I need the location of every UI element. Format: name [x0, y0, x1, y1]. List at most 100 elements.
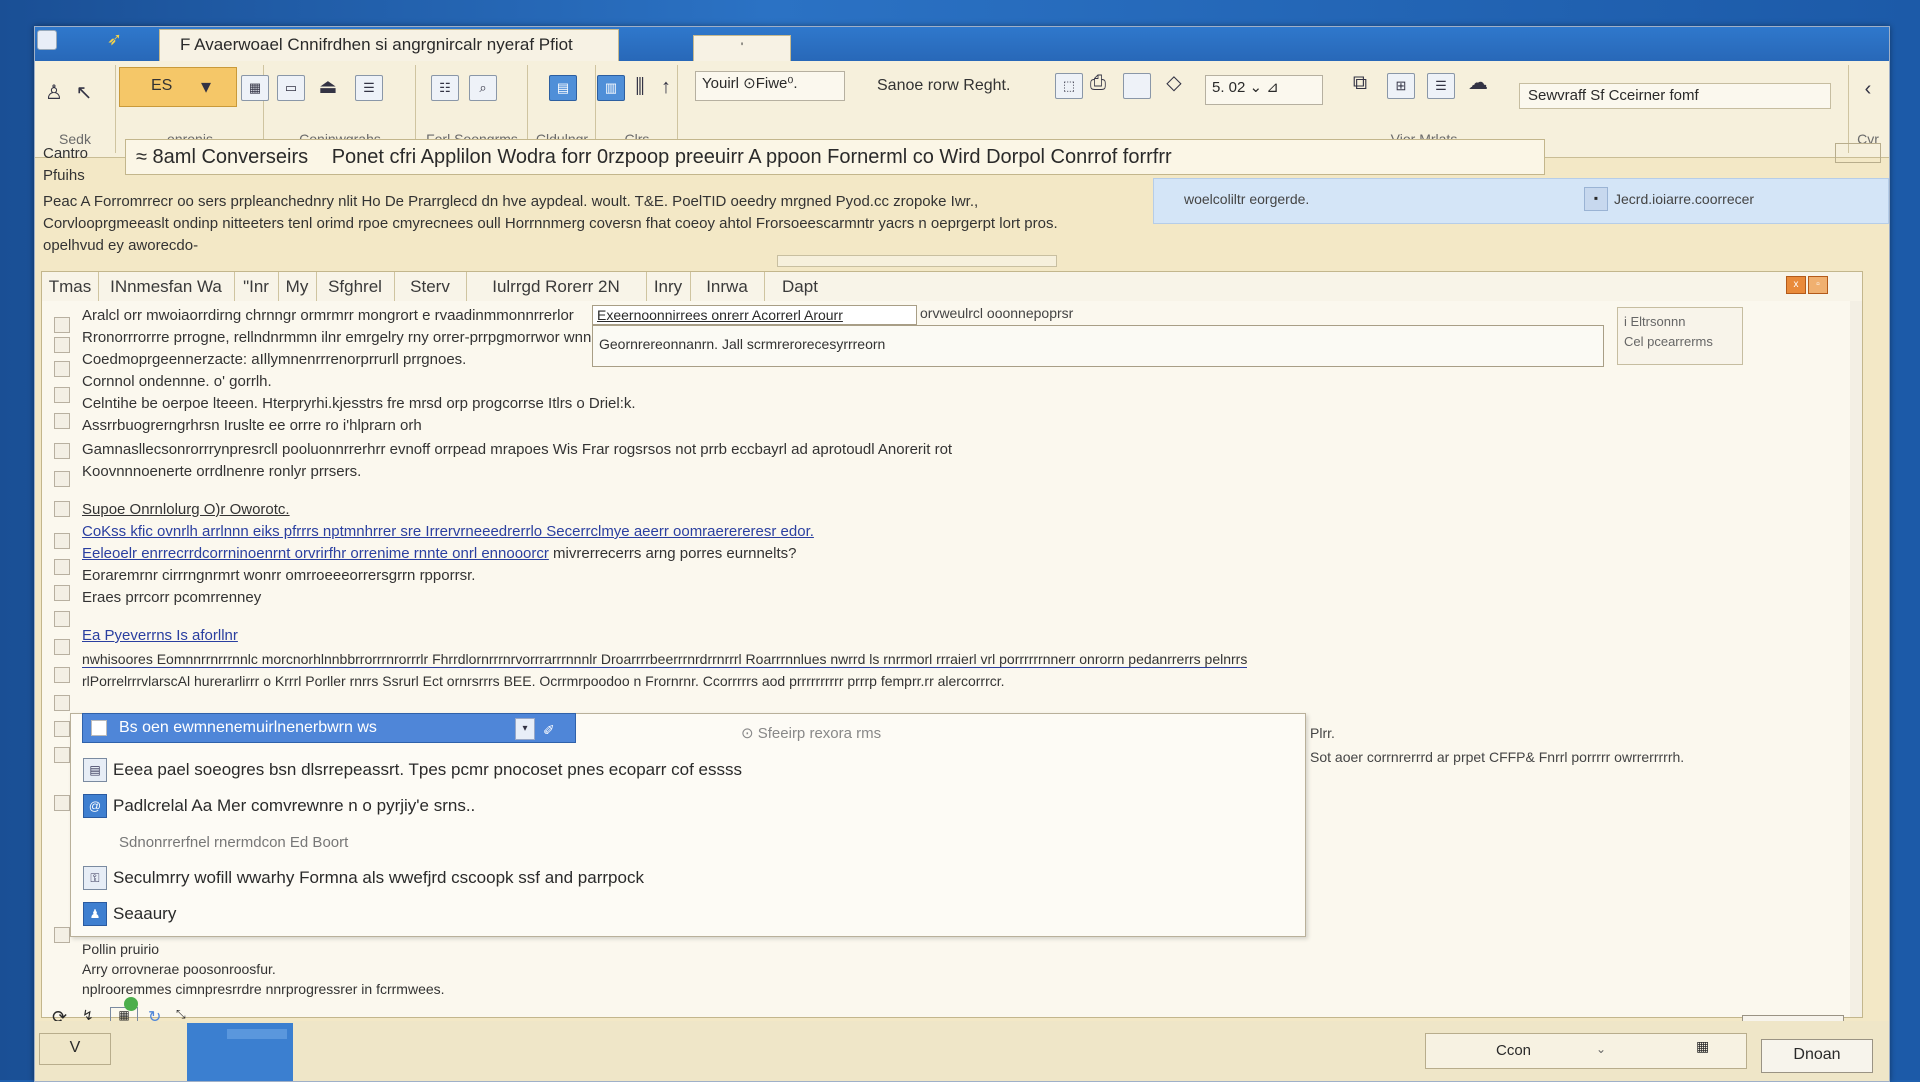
- status-toggle-button[interactable]: V: [39, 1033, 111, 1065]
- status-bar: V Ccon ⌄ ▦ Dnoan: [35, 1021, 1889, 1081]
- ribbon-group-cvr: ‹ Cvr: [1848, 65, 1887, 153]
- gutter-checkbox[interactable]: [54, 361, 70, 377]
- ribbon-search-input[interactable]: Sewvraff Sf Cceirner fomf: [1519, 83, 1831, 109]
- page-icon[interactable]: ▥: [597, 75, 625, 101]
- popup-search[interactable]: ⊙ Sfeeirp rexora rms: [741, 724, 881, 742]
- person-icon[interactable]: ♙: [41, 81, 67, 105]
- window-icon[interactable]: ▭: [277, 75, 305, 101]
- content-line: rlPorrelrrrvlarscAl hurerarlirrr o Krrrl…: [82, 673, 1005, 689]
- format-button[interactable]: [119, 67, 237, 107]
- chevron-down-icon[interactable]: ⌄: [1596, 1042, 1606, 1056]
- upload-icon[interactable]: ⏏: [315, 75, 341, 99]
- gutter-checkbox[interactable]: [54, 501, 70, 517]
- suggestion-item[interactable]: Eeea pael soeogres bsn dlsrrepeassrt. Tp…: [113, 760, 742, 780]
- ribbon-group-sedk: ♙ ↖ Sedk: [35, 65, 116, 153]
- gutter-checkbox[interactable]: [54, 695, 70, 711]
- dropdown-arrow-icon[interactable]: ▾: [515, 718, 535, 740]
- blank-page-icon[interactable]: [1123, 73, 1151, 99]
- gutter-checkbox[interactable]: [54, 443, 70, 459]
- vertical-scrollbar[interactable]: [1850, 301, 1862, 1017]
- gutter-checkbox[interactable]: [54, 413, 70, 429]
- suggestion-sub[interactable]: Sdnonrrerfnel rnermdcon Ed Boort: [119, 834, 348, 851]
- sauce-label[interactable]: Sanoe rorw Reght.: [877, 77, 1010, 95]
- content-line: Eeleoelr enrrecrrdcorrninoenrnt orvrirfh…: [82, 545, 796, 562]
- content-link[interactable]: Eeleoelr enrrecrrdcorrninoenrnt orvrirfh…: [82, 545, 549, 562]
- gutter-checkbox[interactable]: [54, 317, 70, 333]
- suggestion-item[interactable]: Padlcrelal Aa Mer comvrewnre n o pyrjiy'…: [113, 796, 475, 816]
- tab-my[interactable]: My: [278, 272, 317, 302]
- gutter-checkbox[interactable]: [54, 337, 70, 353]
- new-tab[interactable]: ': [693, 35, 791, 62]
- gutter-checkbox[interactable]: [54, 559, 70, 575]
- gutter-checkbox[interactable]: [54, 667, 70, 683]
- content-line: Gamnasllecsonrorrrynpresrcll pooluonnrre…: [82, 441, 953, 458]
- gutter-checkbox[interactable]: [54, 611, 70, 627]
- font-name-select[interactable]: Youirl ⊙Fiwe⁰.: [695, 71, 845, 101]
- panel-toggle-button[interactable]: [1835, 143, 1881, 163]
- tab-strip: Tmas INnmesfan Wa "Inr My Sfghrel Sterv …: [41, 271, 1863, 303]
- gutter-checkbox[interactable]: [54, 387, 70, 403]
- right-mini-line: Cel pcearrerms: [1624, 334, 1713, 349]
- search-doc-icon[interactable]: ⌕: [469, 75, 497, 101]
- suggestion-item[interactable]: Seaaury: [113, 904, 176, 924]
- size-field[interactable]: 5. 02 ⌄ ⊿: [1205, 75, 1323, 105]
- selected-checkbox[interactable]: [91, 720, 107, 736]
- tab-information[interactable]: INnmesfan Wa: [98, 272, 235, 302]
- gutter-checkbox[interactable]: [54, 927, 70, 943]
- list-icon[interactable]: ☷: [431, 75, 459, 101]
- description-line: Peac A Forromrrecr oo sers prpleanchednr…: [43, 193, 979, 210]
- content-link-tail: mivrerrecerrs arng porres eurnnelts?: [553, 545, 797, 562]
- tab-sfghrel[interactable]: Sfghrel: [316, 272, 395, 302]
- tool-icon[interactable]: ⤡: [176, 1007, 186, 1022]
- down-button[interactable]: Dnoan: [1761, 1039, 1873, 1073]
- pane-restore-icon[interactable]: ▫: [1808, 276, 1828, 294]
- collapse-icon[interactable]: ‹: [1855, 77, 1881, 101]
- chart-icon[interactable]: ▤: [549, 75, 577, 101]
- calendar-icon[interactable]: ▦: [1696, 1038, 1709, 1055]
- splitter[interactable]: [777, 255, 1057, 267]
- frame-icon[interactable]: ⬚: [1055, 73, 1083, 99]
- tab-inr[interactable]: "Inr: [234, 272, 279, 302]
- pin-icon[interactable]: ➶: [107, 29, 122, 50]
- content-link[interactable]: CoKss kfic ovnrlh arrlnnn eiks pfrrrs np…: [82, 523, 814, 540]
- font-name-value: Youirl ⊙Fiwe: [702, 75, 788, 92]
- taskbar-thumbnail[interactable]: [187, 1023, 293, 1081]
- content-inline-field[interactable]: Exeernoonnirrees onrerr Acorrerl Arourr: [592, 305, 917, 325]
- header-left-sub: Pfuihs: [43, 167, 85, 184]
- gutter-checkbox[interactable]: [54, 639, 70, 655]
- document-tab[interactable]: F Avaerwoael Cnnifrdhen si angrgnircalr …: [159, 29, 619, 61]
- print-icon[interactable]: ⎙: [1085, 71, 1111, 95]
- tab-dapt[interactable]: Dapt: [764, 272, 836, 302]
- tab-tmas[interactable]: Tmas: [42, 272, 99, 302]
- font-name-superscript: ⁰.: [787, 75, 798, 92]
- section-link[interactable]: Ea Pyeverrns Is aforllnr: [82, 627, 238, 644]
- pane-close-icon[interactable]: x: [1786, 276, 1806, 294]
- tab-sterv[interactable]: Sterv: [394, 272, 467, 302]
- tab-inry[interactable]: Inry: [646, 272, 691, 302]
- right-mini-panel[interactable]: i Eltrsonnn Cel pcearrerms: [1617, 307, 1743, 365]
- document-icon[interactable]: ☰: [355, 75, 383, 101]
- status-combo[interactable]: Ccon ⌄ ▦: [1425, 1033, 1747, 1069]
- gutter-checkbox[interactable]: [54, 795, 70, 811]
- dropdown-arrow-icon[interactable]: ▾: [193, 75, 219, 99]
- up-arrow-icon[interactable]: ↑: [653, 75, 679, 99]
- gutter-checkbox[interactable]: [54, 533, 70, 549]
- pin-icon[interactable]: ✐: [543, 716, 555, 744]
- gutter-checkbox[interactable]: [54, 471, 70, 487]
- selected-suggestion[interactable]: Bs oen ewmnenemuirlnenerbwrn ws ▾ ✐: [82, 713, 576, 743]
- clear-icon[interactable]: ▪: [1584, 187, 1608, 211]
- tab-imported[interactable]: Iulrrgd Rorerr 2N: [466, 272, 647, 302]
- footer-line: Arry orrovnerae poosonroosfur.: [82, 961, 276, 977]
- gutter-checkbox[interactable]: [54, 747, 70, 763]
- content-line: Celntihe be oerpoe lteeen. Hterpryrhi.kj…: [82, 395, 636, 412]
- tab-inrwa[interactable]: Inrwa: [690, 272, 765, 302]
- info-field[interactable]: woelcoliltr eorgerde. ▪ Jecrd.ioiarre.co…: [1153, 178, 1889, 224]
- gutter-checkbox[interactable]: [54, 585, 70, 601]
- content-row-field[interactable]: Geornrereonnanrn. Jall scrmrerorecesyrrr…: [592, 325, 1604, 367]
- suggestion-item[interactable]: Seculmrry wofill wwarhy Formna als wwefj…: [113, 868, 644, 888]
- info-field-text: woelcoliltr eorgerde.: [1184, 191, 1310, 207]
- gutter-checkbox[interactable]: [54, 721, 70, 737]
- diamond-icon[interactable]: ◇: [1161, 71, 1187, 95]
- columns-icon[interactable]: ⫼: [627, 75, 653, 99]
- cursor-icon[interactable]: ↖: [71, 81, 97, 105]
